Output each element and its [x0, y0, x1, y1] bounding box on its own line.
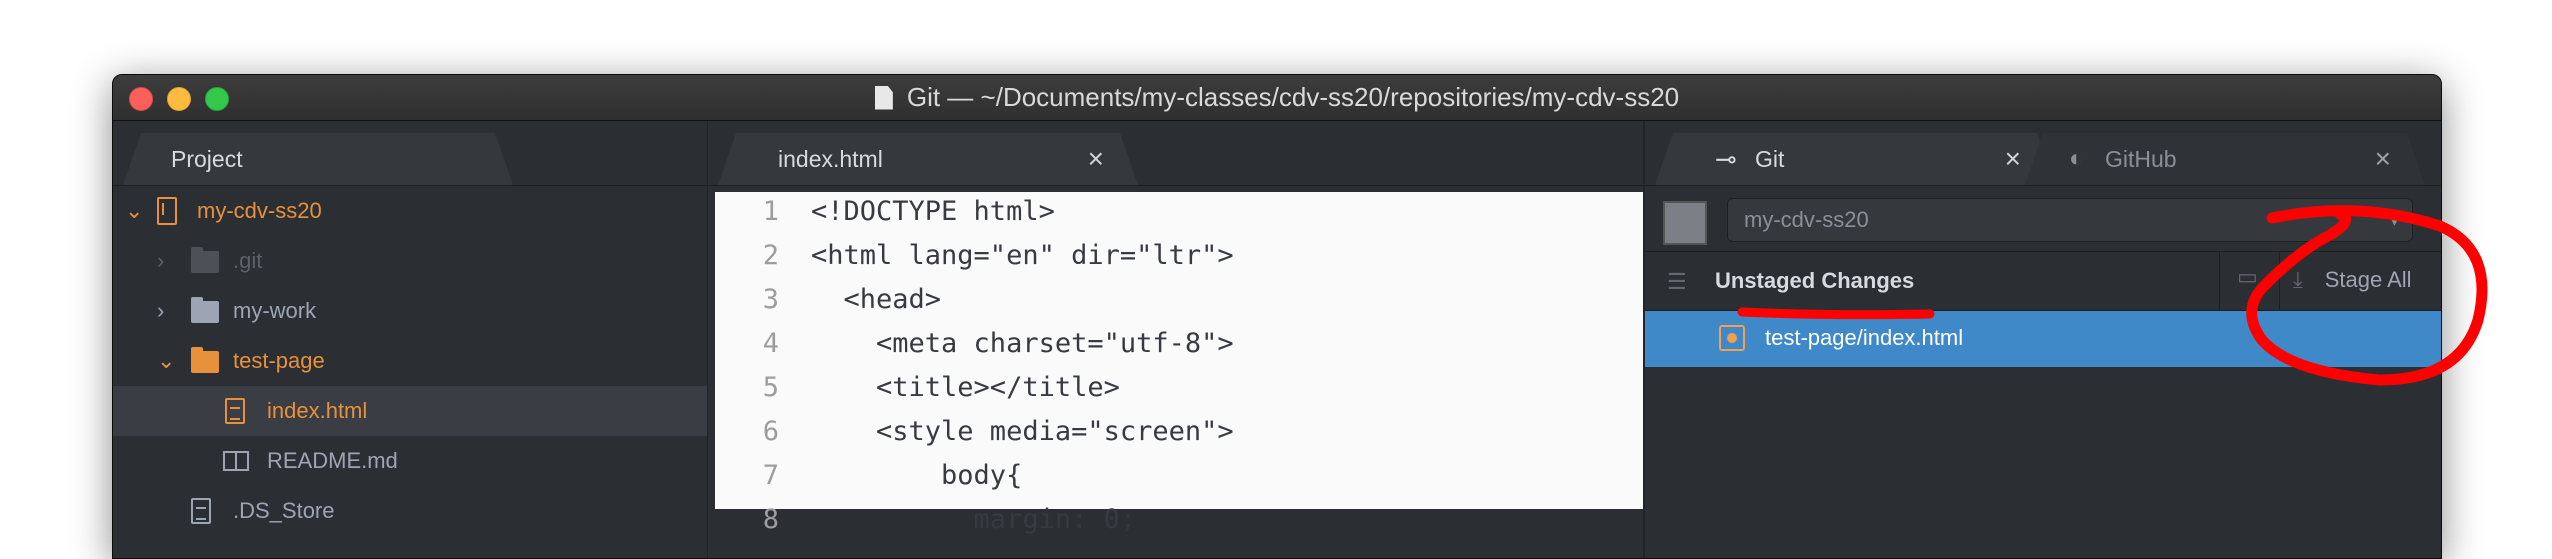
close-icon[interactable]: × [2005, 145, 2021, 173]
project-tree-panel: Project ⌄ my-cdv-ss20 › .git › my-work ⌄ [113, 121, 707, 558]
file-icon [225, 398, 245, 424]
tree-item-label: test-page [233, 348, 325, 373]
code-line: <meta charset="utf-8"> [811, 328, 1234, 359]
discard-icon[interactable]: ▭ [2237, 264, 2258, 290]
branch-bar: my-cdv-ss20 ▾ [1645, 187, 2441, 252]
line-number: 1 [762, 196, 779, 227]
tree-item-label: my-work [233, 298, 317, 323]
tab-github-label: GitHub [2105, 145, 2177, 172]
repo-icon [157, 197, 177, 225]
code-line: body{ [811, 460, 1023, 491]
file-tree: ⌄ my-cdv-ss20 › .git › my-work ⌄ test-pa… [113, 186, 707, 558]
chevron-right-icon[interactable]: › [157, 248, 164, 274]
tree-item-my-work[interactable]: › my-work [113, 286, 707, 336]
code-line: <html lang="en" dir="ltr"> [811, 240, 1234, 271]
chevron-down-icon[interactable]: ⌄ [157, 348, 175, 374]
chevron-down-icon: ▾ [2390, 213, 2398, 229]
file-icon [191, 498, 211, 524]
unstaged-header: ☰ Unstaged Changes ▭ ⤓ Stage All [1645, 252, 2441, 311]
close-icon[interactable]: × [2375, 145, 2391, 173]
line-number: 4 [762, 328, 779, 359]
code-line: <title></title> [811, 372, 1120, 403]
tree-item-label: README.md [267, 448, 398, 473]
folder-icon [191, 247, 219, 273]
tree-item-root[interactable]: ⌄ my-cdv-ss20 [113, 186, 707, 236]
tree-item-git[interactable]: › .git [113, 236, 707, 286]
github-icon: ◐ [2069, 145, 2084, 172]
chevron-right-icon[interactable]: › [157, 298, 164, 324]
document-icon [874, 85, 893, 110]
code-line: margin: 0; [811, 504, 1137, 535]
close-icon[interactable]: × [1088, 145, 1104, 173]
git-panel: ⊸ Git × ◐ GitHub × my-cdv-ss20 ▾ ☰ Unsta… [1645, 121, 2441, 558]
tree-tab-bar: Project [113, 121, 707, 186]
tree-item-test-page[interactable]: ⌄ test-page [113, 336, 707, 386]
avatar [1663, 201, 1707, 245]
list-item[interactable]: test-page/index.html [1645, 311, 2441, 367]
app-window: Git — ~/Documents/my-classes/cdv-ss20/re… [112, 74, 2442, 559]
git-commit-icon: ⊸ [1715, 143, 1737, 174]
editor-panel: index.html × 1 2 3 4 5 6 7 8 <!DOCTYPE h… [708, 121, 1643, 558]
git-panel-body [1645, 367, 2441, 558]
chevron-down-icon[interactable]: ⌄ [125, 198, 143, 224]
line-number: 7 [762, 460, 779, 491]
code-line: <style media="screen"> [811, 416, 1234, 447]
line-number: 2 [762, 240, 779, 271]
unstaged-changes-label: Unstaged Changes [1715, 268, 1915, 293]
file-path: test-page/index.html [1765, 325, 1964, 350]
divider [2279, 252, 2280, 310]
tab-git-label: Git [1755, 145, 1785, 172]
list-icon[interactable]: ☰ [1667, 269, 1687, 295]
tab-index-html-label: index.html [778, 145, 883, 172]
folder-open-icon [191, 347, 219, 373]
line-number: 8 [762, 504, 779, 535]
stage-all-label: Stage All [2324, 267, 2412, 292]
line-number: 5 [762, 372, 779, 403]
title-bar: Git — ~/Documents/my-classes/cdv-ss20/re… [113, 75, 2441, 121]
git-tab-bar: ⊸ Git × ◐ GitHub × [1645, 121, 2441, 186]
tree-item-label: my-cdv-ss20 [197, 198, 322, 223]
tab-project[interactable]: Project [123, 133, 513, 185]
code-line: <head> [811, 284, 942, 315]
tree-item-readme[interactable]: README.md [113, 436, 707, 486]
modified-icon [1719, 325, 1745, 351]
folder-icon [191, 297, 219, 323]
tree-item-label: .git [233, 248, 263, 273]
tree-item-index-html[interactable]: index.html [113, 386, 707, 436]
window-title-text: Git — ~/Documents/my-classes/cdv-ss20/re… [906, 82, 1680, 112]
code-editor[interactable]: 1 2 3 4 5 6 7 8 <!DOCTYPE html> <html la… [715, 192, 1643, 535]
book-icon [223, 451, 249, 471]
divider [2219, 252, 2220, 310]
tab-git[interactable]: ⊸ Git × [1655, 133, 2055, 185]
download-icon: ⤓ [2293, 267, 2303, 292]
code-line: <!DOCTYPE html> [811, 196, 1055, 227]
line-number: 3 [762, 284, 779, 315]
tree-item-ds-store[interactable]: .DS_Store [113, 486, 707, 536]
tab-github[interactable]: ◐ GitHub × [2025, 133, 2425, 185]
tree-item-label: .DS_Store [233, 498, 335, 523]
tree-item-label: index.html [267, 398, 368, 423]
editor-tab-bar: index.html × [708, 121, 1643, 186]
line-number: 6 [762, 416, 779, 447]
stage-all-button[interactable]: ⤓ Stage All [2293, 260, 2412, 300]
branch-name: my-cdv-ss20 [1744, 207, 1869, 232]
tab-index-html[interactable]: index.html × [718, 133, 1138, 185]
branch-select[interactable]: my-cdv-ss20 ▾ [1727, 198, 2413, 242]
tab-project-label: Project [171, 145, 243, 172]
window-title: Git — ~/Documents/my-classes/cdv-ss20/re… [113, 75, 2441, 120]
